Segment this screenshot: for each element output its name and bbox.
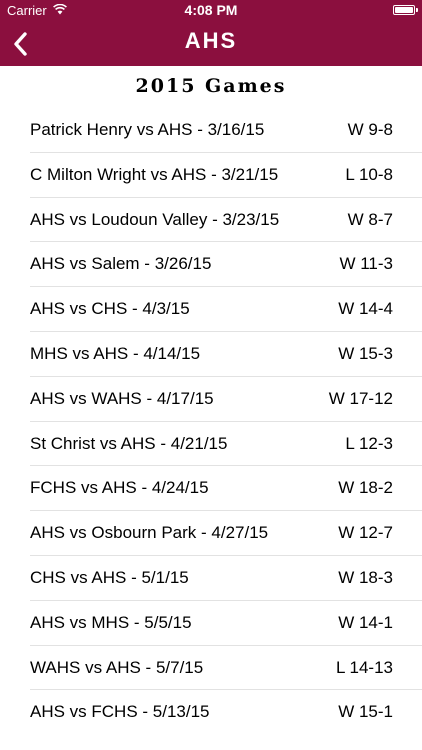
game-row[interactable]: FCHS vs AHS - 4/24/15 W 18-2 xyxy=(0,466,422,512)
nav-title: AHS xyxy=(184,28,238,53)
game-result: W 14-1 xyxy=(338,612,393,632)
game-result: W 17-12 xyxy=(328,388,393,408)
game-matchup: St Christ vs AHS - 4/21/15 xyxy=(30,433,228,453)
screen: Carrier 4:08 PM AHS 2015 Games Patrick H… xyxy=(0,0,422,750)
game-result: W 12-7 xyxy=(338,523,393,543)
game-result: W 14-4 xyxy=(338,299,393,319)
game-row[interactable]: AHS vs Osbourn Park - 4/27/15 W 12-7 xyxy=(0,511,422,556)
game-matchup: AHS vs CHS - 4/3/15 xyxy=(30,299,190,319)
navigation-bar: AHS xyxy=(0,22,422,66)
status-bar: Carrier 4:08 PM xyxy=(0,0,422,22)
game-matchup: WAHS vs AHS - 5/7/15 xyxy=(30,657,204,677)
game-matchup: C Milton Wright vs AHS - 3/21/15 xyxy=(30,164,279,184)
top-bar: Carrier 4:08 PM AHS xyxy=(0,0,422,66)
game-matchup: MHS vs AHS - 4/14/15 xyxy=(30,343,201,363)
game-result: W 15-3 xyxy=(338,343,393,363)
games-list: Patrick Henry vs AHS - 3/16/15 W 9-8 C Mil… xyxy=(0,108,422,735)
game-result: L 12-3 xyxy=(345,433,393,453)
game-row[interactable]: WAHS vs AHS - 5/7/15 L 14-13 xyxy=(0,646,422,691)
game-row[interactable]: AHS vs FCHS - 5/13/15 W 15-1 xyxy=(0,690,422,735)
game-matchup: CHS vs AHS - 5/1/15 xyxy=(30,567,189,587)
game-matchup: FCHS vs AHS - 4/24/15 xyxy=(30,478,209,498)
game-row[interactable]: MHS vs AHS - 4/14/15 W 15-3 xyxy=(0,332,422,377)
game-matchup: AHS vs FCHS - 5/13/15 xyxy=(30,702,210,722)
status-time: 4:08 PM xyxy=(184,2,238,18)
game-row[interactable]: AHS vs MHS - 5/5/15 W 14-1 xyxy=(0,601,422,646)
game-row[interactable]: AHS vs WAHS - 4/17/15 W 17-12 xyxy=(0,377,422,422)
game-row[interactable]: St Christ vs AHS - 4/21/15 L 12-3 xyxy=(0,422,422,467)
game-row[interactable]: AHS vs Loudoun Valley - 3/23/15 W 8-7 xyxy=(0,198,422,243)
game-row[interactable]: C Milton Wright vs AHS - 3/21/15 L 10-8 xyxy=(0,153,422,198)
game-matchup: AHS vs Salem - 3/26/15 xyxy=(30,254,212,274)
game-matchup: Patrick Henry vs AHS - 3/16/15 xyxy=(30,120,265,139)
game-row[interactable]: Patrick Henry vs AHS - 3/16/15 W 9-8 xyxy=(0,108,422,153)
game-result: W 11-3 xyxy=(339,254,393,274)
game-result: W 18-3 xyxy=(338,567,393,587)
game-row[interactable]: AHS vs CHS - 4/3/15 W 14-4 xyxy=(0,287,422,332)
game-row[interactable]: CHS vs AHS - 5/1/15 W 18-3 xyxy=(0,556,422,601)
game-result: W 9-8 xyxy=(347,120,393,139)
game-result: W 15-1 xyxy=(338,702,393,722)
section-title: 2015 Games xyxy=(135,75,287,97)
game-matchup: AHS vs MHS - 5/5/15 xyxy=(30,612,192,632)
game-result: W 8-7 xyxy=(347,209,393,229)
game-matchup: AHS vs Osbourn Park - 4/27/15 xyxy=(30,523,269,543)
game-result: L 10-8 xyxy=(345,164,393,184)
game-row[interactable]: AHS vs Salem - 3/26/15 W 11-3 xyxy=(0,242,422,288)
game-result: W 18-2 xyxy=(338,478,393,498)
game-result: L 14-13 xyxy=(335,657,393,677)
game-matchup: AHS vs Loudoun Valley - 3/23/15 xyxy=(30,209,280,229)
game-matchup: AHS vs WAHS - 4/17/15 xyxy=(30,388,214,408)
battery-icon xyxy=(393,5,418,15)
